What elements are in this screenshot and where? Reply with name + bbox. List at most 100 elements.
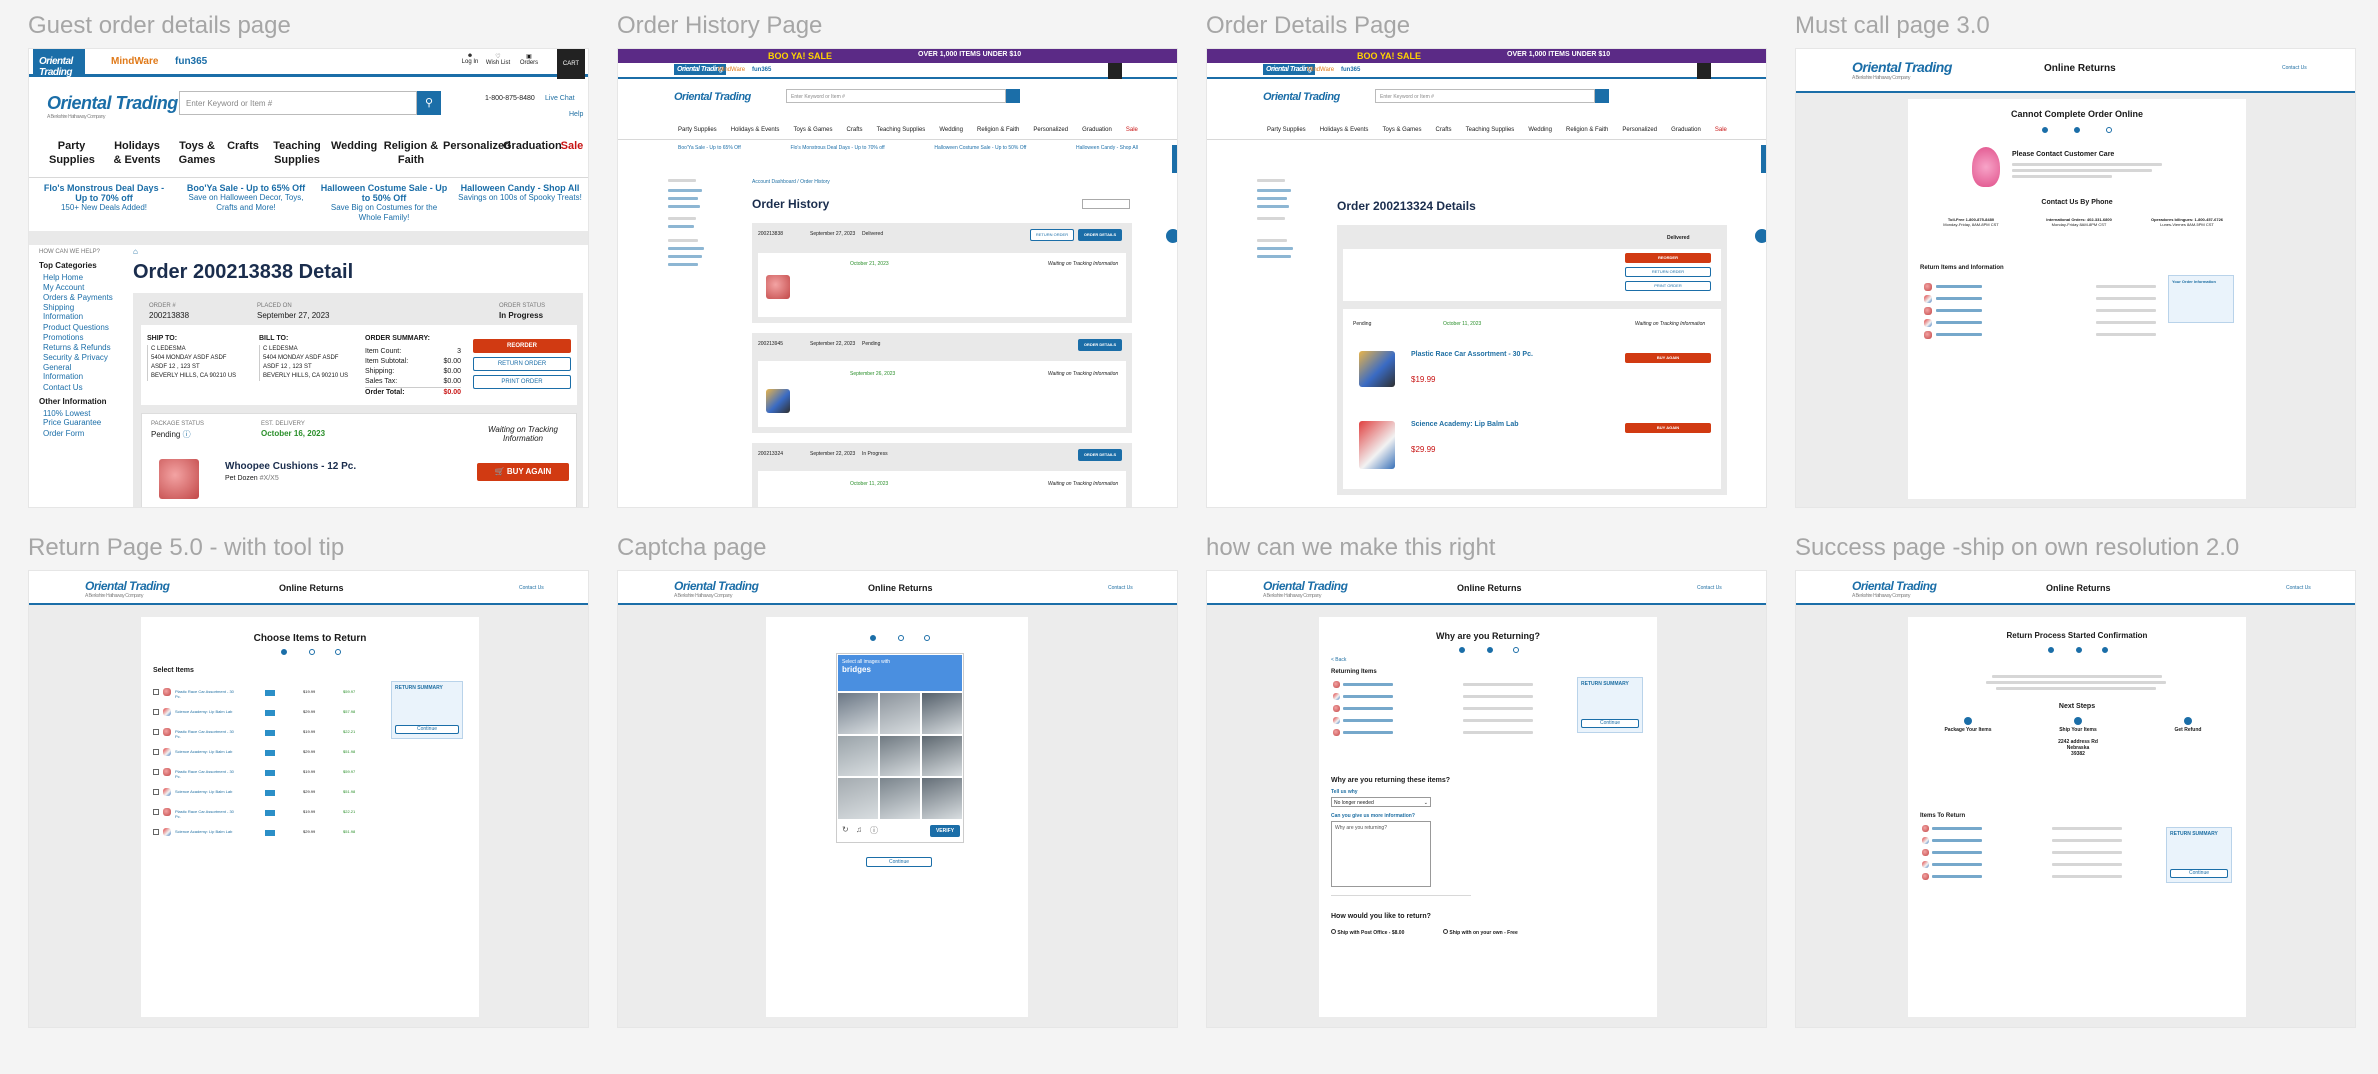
brand-tab-fun365[interactable]: fun365 — [752, 67, 771, 73]
return-row[interactable]: Science Academy: Lip Balm Lab $29.99 $51.9… — [153, 748, 385, 759]
search-icon[interactable]: ⚲ — [417, 91, 441, 115]
site-logo[interactable]: Oriental Trading A Berkshire Hathaway Com… — [85, 579, 170, 599]
captcha-tile[interactable] — [880, 693, 920, 734]
brand-tab-mindware[interactable]: MindWare — [105, 49, 164, 77]
brand-tab-ot[interactable]: Oriental Trading — [33, 49, 85, 78]
continue-button[interactable]: Continue — [2170, 869, 2228, 878]
sidebar-link[interactable]: Help Home — [43, 273, 83, 282]
return-order-button[interactable]: RETURN ORDER — [1625, 267, 1711, 277]
nav-holidays[interactable]: Holidays & Events — [109, 139, 165, 167]
chat-icon[interactable] — [1166, 229, 1177, 243]
reorder-button[interactable]: REORDER — [1625, 253, 1711, 263]
search-input[interactable]: Enter Keyword or Item # — [179, 91, 417, 115]
return-row[interactable]: Plastic Race Car Assortment - 30 Pc. $19.… — [153, 768, 385, 779]
phone-tollfree[interactable]: Toll-Free 1-800-875-8480 Monday-Friday, 8… — [1918, 217, 2024, 227]
help-link[interactable]: Help — [569, 111, 583, 118]
product-name[interactable]: Science Academy: Lip Balm Lab — [1411, 421, 1519, 428]
promo-2[interactable]: Boo'Ya Sale - Up to 65% Off Save on Hallo… — [181, 183, 311, 213]
refresh-icon[interactable]: ↻ — [842, 825, 849, 834]
continue-button[interactable]: Continue — [1581, 719, 1639, 728]
option-ship-own[interactable]: Ship with on your own - Free — [1443, 929, 1518, 936]
reason-select[interactable]: No longer needed ⌄ — [1331, 797, 1431, 807]
main-nav[interactable]: Party Supplies Holidays & Events Toys & Ga… — [678, 127, 1138, 133]
product-image[interactable] — [766, 275, 790, 299]
sidebar-link[interactable]: 110% Lowest Price Guarantee — [43, 409, 107, 427]
back-link[interactable]: < Back — [1331, 657, 1346, 663]
continue-button[interactable]: Continue — [866, 857, 932, 867]
captcha-tile[interactable] — [880, 778, 920, 819]
nav-wedding[interactable]: Wedding — [331, 139, 377, 153]
nav-sale[interactable]: Sale — [557, 139, 587, 153]
buy-again-button[interactable]: BUY AGAIN — [1625, 423, 1711, 433]
return-row[interactable]: Plastic Race Car Assortment - 30 Pc. $19.… — [153, 808, 385, 819]
search-icon[interactable] — [1595, 89, 1609, 103]
sidebar-link[interactable]: Security & Privacy — [43, 353, 108, 362]
home-icon[interactable]: ⌂ — [133, 247, 138, 256]
return-row[interactable]: Plastic Race Car Assortment - 30 Pc. $19.… — [153, 688, 385, 699]
nav-party-supplies[interactable]: Party Supplies — [49, 139, 95, 167]
sidebar-link[interactable]: General Information — [43, 363, 93, 381]
cart-button[interactable] — [1697, 63, 1711, 79]
captcha-tile[interactable] — [922, 778, 962, 819]
captcha-tile[interactable] — [838, 735, 878, 777]
contact-link[interactable]: Contact Us — [2282, 65, 2307, 71]
site-logo[interactable]: Oriental Trading A Berkshire Hathaway Com… — [1852, 59, 1952, 81]
sidebar-link[interactable]: My Account — [43, 283, 84, 292]
site-logo[interactable]: Oriental Trading — [674, 91, 751, 103]
buy-again-button[interactable]: BUY AGAIN — [1625, 353, 1711, 363]
feedback-tab[interactable] — [1761, 145, 1766, 173]
print-order-button[interactable]: PRINT ORDER — [473, 375, 571, 389]
contact-link[interactable]: Contact Us — [2286, 585, 2311, 591]
cart-button[interactable]: CART — [557, 49, 585, 79]
sidebar-link[interactable]: Orders & Payments — [43, 293, 113, 302]
return-order-button[interactable]: RETURN ORDER — [1030, 229, 1074, 241]
chat-icon[interactable] — [1755, 229, 1766, 243]
nav-toys[interactable]: Toys & Games — [177, 139, 217, 167]
phone-international[interactable]: International Orders: 402-331-6800 Monday… — [2026, 217, 2132, 227]
live-chat-link[interactable]: Live Chat — [545, 95, 575, 102]
captcha-tile[interactable] — [922, 735, 962, 777]
sort-select[interactable] — [1082, 199, 1130, 209]
return-row[interactable]: Science Academy: Lip Balm Lab $29.99 $51.9… — [153, 788, 385, 799]
product-name[interactable]: Plastic Race Car Assortment - 30 Pc. — [1411, 351, 1533, 358]
nav-personalized[interactable]: Personalized — [443, 139, 511, 153]
brand-tab-fun365[interactable]: fun365 — [1341, 67, 1360, 73]
search-input[interactable]: Enter Keyword or Item # — [786, 89, 1006, 103]
order-details-button[interactable]: ORDER DETAILS — [1078, 449, 1122, 461]
breadcrumb[interactable]: Account Dashboard / Order History — [752, 179, 830, 185]
product-name[interactable]: Whoopee Cushions - 12 Pc. — [225, 461, 356, 472]
site-logo[interactable]: Oriental Trading A Berkshire Hathaway Com… — [1263, 579, 1348, 599]
nav-crafts[interactable]: Crafts — [223, 139, 263, 153]
sidebar-link[interactable]: Product Questions — [43, 323, 109, 332]
brand-tab-mindware[interactable]: MindWare — [1307, 67, 1334, 73]
sidebar-link[interactable]: Promotions — [43, 333, 83, 342]
nav-teaching[interactable]: Teaching Supplies — [271, 139, 323, 167]
return-row[interactable]: Science Academy: Lip Balm Lab $29.99 $51.9… — [153, 828, 385, 839]
promo-4[interactable]: Halloween Candy - Shop All Savings on 100… — [455, 183, 585, 203]
site-logo[interactable]: Oriental Trading A Berkshire Hathaway Com… — [47, 93, 178, 120]
sale-banner[interactable]: BOO YA! SALE OVER 1,000 ITEMS UNDER $10 — [618, 49, 1177, 63]
sidebar-link[interactable]: Order Form — [43, 429, 84, 438]
promo-strip[interactable]: Boo'Ya Sale - Up to 65% Off Flo's Monstro… — [678, 145, 1138, 151]
nav-religion[interactable]: Religion & Faith — [383, 139, 439, 167]
info-icon[interactable]: ⓘ — [870, 825, 878, 836]
contact-link[interactable]: Contact Us — [519, 585, 544, 591]
captcha-tile[interactable] — [838, 693, 878, 734]
continue-button[interactable]: Continue — [395, 725, 459, 734]
product-image[interactable] — [159, 459, 199, 499]
more-info-textarea[interactable]: Why are you returning? — [1331, 821, 1431, 887]
contact-link[interactable]: Contact Us — [1108, 585, 1133, 591]
captcha-tile[interactable] — [838, 778, 878, 819]
reorder-button[interactable]: REORDER — [473, 339, 571, 353]
product-image[interactable] — [1359, 421, 1395, 469]
audio-icon[interactable]: ♫ — [856, 825, 862, 834]
order-details-button[interactable]: ORDER DETAILS — [1078, 229, 1122, 241]
nav-graduation[interactable]: Graduation — [503, 139, 562, 153]
brand-tab-fun365[interactable]: fun365 — [169, 49, 213, 77]
product-image[interactable] — [766, 389, 790, 413]
buy-again-button[interactable]: 🛒 BUY AGAIN — [477, 463, 569, 481]
search-icon[interactable] — [1006, 89, 1020, 103]
promo-1[interactable]: Flo's Monstrous Deal Days - Up to 70% of… — [39, 183, 169, 213]
contact-link[interactable]: Contact Us — [1697, 585, 1722, 591]
login-link[interactable]: ☻ Log In — [459, 53, 481, 65]
